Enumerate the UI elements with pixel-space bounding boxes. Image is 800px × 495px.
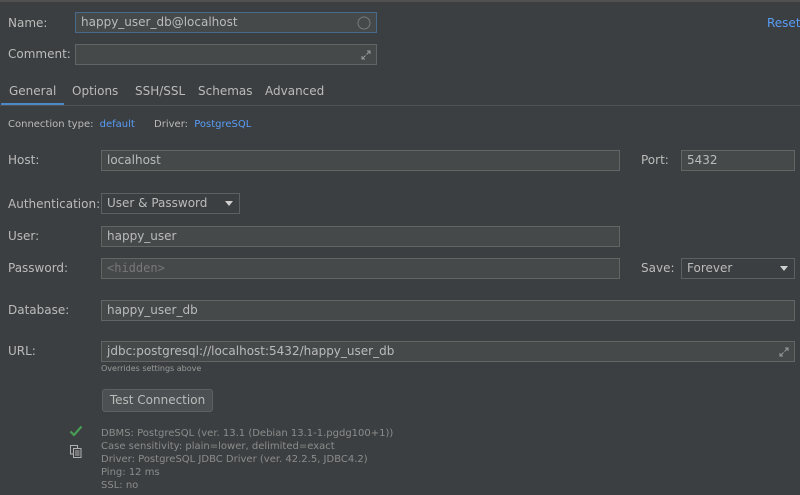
database-label: Database: [8,303,70,317]
window-top-border [0,0,800,2]
port-input-value: 5432 [687,153,718,167]
driver-label: Driver: [154,119,188,130]
chevron-down-icon [780,266,788,271]
comment-input[interactable] [75,44,377,65]
driver-link[interactable]: PostgreSQL [194,119,251,130]
copy-icon[interactable] [70,445,82,458]
save-select[interactable]: Forever [681,258,795,279]
save-select-value: Forever [687,261,733,275]
connection-type-link[interactable]: default [100,119,135,130]
tab-bar: General Options SSH/SSL Schemas Advanced [0,80,800,106]
host-input[interactable]: localhost [101,150,620,171]
connection-type-label: Connection type: [8,119,94,130]
user-label: User: [8,229,40,243]
user-input[interactable]: happy_user [101,226,620,247]
url-note: Overrides settings above [101,364,202,373]
host-label: Host: [8,153,40,167]
test-connection-button[interactable]: Test Connection [102,389,213,412]
authentication-select[interactable]: User & Password [101,193,240,214]
name-label: Name: [8,16,48,30]
user-input-value: happy_user [107,229,177,243]
password-label: Password: [8,261,69,275]
result-driver: Driver: PostgreSQL JDBC Driver (ver. 42.… [101,454,368,465]
port-input[interactable]: 5432 [681,150,795,171]
tab-options[interactable]: Options [72,80,118,106]
tab-divider [0,105,800,106]
result-case-sensitivity: Case sensitivity: plain=lower, delimited… [101,441,335,452]
reset-link[interactable]: Reset [767,13,800,33]
url-label: URL: [8,344,36,358]
connection-info-row: Connection type: default Driver: Postgre… [8,117,251,133]
chevron-down-icon [225,201,233,206]
database-input[interactable]: happy_user_db [101,300,795,321]
result-dbms: DBMS: PostgreSQL (ver. 13.1 (Debian 13.1… [101,428,394,439]
url-input-value: jdbc:postgresql://localhost:5432/happy_u… [107,344,395,358]
circle-icon [357,16,371,30]
url-input[interactable]: jdbc:postgresql://localhost:5432/happy_u… [101,341,795,362]
password-input[interactable]: <hidden> [101,258,620,279]
host-input-value: localhost [107,153,161,167]
result-ping: Ping: 12 ms [101,467,160,478]
tab-general[interactable]: General [0,80,65,106]
tab-schemas[interactable]: Schemas [198,80,253,106]
name-input[interactable]: happy_user_db@localhost [75,12,377,33]
name-input-value: happy_user_db@localhost [81,15,238,29]
save-label: Save: [641,261,675,275]
tab-ssh-ssl[interactable]: SSH/SSL [135,80,185,106]
password-placeholder: <hidden> [107,261,165,275]
result-ssl: SSL: no [101,480,139,491]
authentication-label: Authentication: [8,197,101,211]
checkmark-icon [69,425,83,437]
database-input-value: happy_user_db [107,303,198,317]
expand-icon[interactable] [779,347,789,357]
port-label: Port: [641,153,669,167]
tab-advanced[interactable]: Advanced [265,80,324,106]
expand-icon[interactable] [361,50,371,60]
comment-label: Comment: [8,47,71,61]
test-result: DBMS: PostgreSQL (ver. 13.1 (Debian 13.1… [101,427,393,492]
authentication-select-value: User & Password [107,196,208,210]
